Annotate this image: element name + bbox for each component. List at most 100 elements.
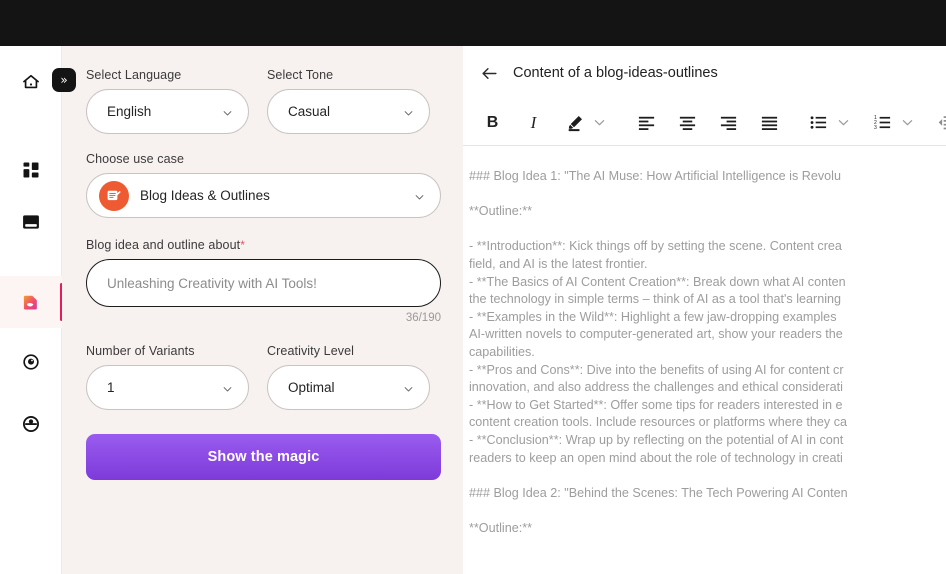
tone-value: Casual <box>288 104 331 119</box>
editor-content[interactable]: ### Blog Idea 1: "The AI Muse: How Artif… <box>463 146 946 574</box>
pen-icon <box>568 115 582 131</box>
use-case-label: Choose use case <box>86 152 185 166</box>
chevron-down-icon <box>594 120 605 126</box>
numbered-list-icon: 1 2 3 <box>874 115 891 131</box>
variants-value: 1 <box>107 380 115 395</box>
chevron-down-icon <box>223 110 232 115</box>
sidebar-item-images[interactable] <box>0 196 62 248</box>
chevron-down-icon <box>902 120 913 126</box>
show-the-magic-button[interactable]: Show the magic <box>86 434 441 480</box>
app-root: » Select Language English Select Tone Ca… <box>0 0 946 574</box>
highlight-color-button[interactable] <box>561 109 588 136</box>
align-center-button[interactable] <box>674 109 701 136</box>
document-pencil-icon <box>99 180 129 211</box>
creativity-field: Creativity Level Optimal <box>267 344 430 410</box>
character-counter: 36/190 <box>405 312 441 324</box>
align-left-icon <box>638 116 655 131</box>
tone-label: Select Tone <box>267 68 334 82</box>
align-justify-button[interactable] <box>756 109 783 136</box>
use-case-field: Choose use case Blog Ideas & Outlines <box>86 152 441 218</box>
sidebar-item-vision[interactable] <box>0 336 62 388</box>
collapse-chevron-icon: » <box>60 73 68 87</box>
align-right-button[interactable] <box>715 109 742 136</box>
content-blank-line <box>469 502 946 520</box>
editor-header: Content of a blog-ideas-outlines <box>463 46 946 100</box>
content-line: field, and AI is the latest frontier. <box>469 256 648 271</box>
required-marker: * <box>240 238 245 252</box>
content-line: **Outline:** <box>469 204 533 219</box>
icon-sidebar <box>0 46 63 574</box>
editor-toolbar: B I 1 2 3 <box>463 100 946 146</box>
align-left-button[interactable] <box>633 109 660 136</box>
language-field: Select Language English <box>86 68 249 134</box>
content-line: **Outline:** <box>469 520 533 535</box>
variants-select[interactable]: 1 <box>86 365 249 410</box>
content-line: - **The Basics of AI Content Creation**:… <box>469 274 846 289</box>
variants-creativity-row: Number of Variants 1 Creativity Level Op… <box>86 344 441 410</box>
content-line: - **Pros and Cons**: Dive into the benef… <box>469 362 844 377</box>
outdent-button[interactable] <box>933 109 946 136</box>
language-label: Select Language <box>86 68 182 82</box>
tone-select[interactable]: Casual <box>267 89 430 134</box>
content-line: ### Blog Idea 2: "Behind the Scenes: The… <box>469 485 848 500</box>
content-blank-line <box>469 467 946 485</box>
numbered-list-button[interactable]: 1 2 3 <box>869 109 896 136</box>
bullet-list-button[interactable] <box>805 109 832 136</box>
italic-glyph: I <box>530 112 537 132</box>
highlight-dropdown[interactable] <box>588 109 611 136</box>
content-line: AI-written novels to computer-generated … <box>469 327 843 342</box>
numbered-list-dropdown[interactable] <box>896 109 919 136</box>
use-case-value: Blog Ideas & Outlines <box>140 188 270 203</box>
prompt-field: Blog idea and outline about* Unleashing … <box>86 238 441 324</box>
align-right-icon <box>720 116 737 131</box>
prompt-label-text: Blog idea and outline about <box>86 238 241 252</box>
content-line: - **Conclusion**: Wrap up by reflecting … <box>469 432 844 447</box>
bullet-list-icon <box>810 116 827 129</box>
prompt-label: Blog idea and outline about* <box>86 238 441 252</box>
content-line: innovation, and also address the challen… <box>469 380 843 395</box>
sidebar-item-writer[interactable] <box>0 276 63 328</box>
page-title: Content of a blog-ideas-outlines <box>513 65 718 81</box>
prompt-placeholder: Unleashing Creativity with AI Tools! <box>107 275 317 291</box>
document-pencil-glyph <box>107 190 121 200</box>
chevron-down-icon <box>415 194 424 199</box>
italic-button[interactable]: I <box>520 109 547 136</box>
ai-writer-icon <box>23 295 37 310</box>
tone-field: Select Tone Casual <box>267 68 430 134</box>
use-case-select[interactable]: Blog Ideas & Outlines <box>86 173 441 218</box>
align-justify-icon <box>761 116 778 131</box>
content-line: the technology in simple terms – think o… <box>469 292 842 307</box>
sidebar-collapse-button[interactable]: » <box>52 68 76 92</box>
svg-text:3: 3 <box>874 125 877 131</box>
content-line: - **How to Get Started**: Offer some tip… <box>469 397 843 412</box>
language-select[interactable]: English <box>86 89 249 134</box>
chevron-down-icon <box>223 386 232 391</box>
chevron-down-icon <box>404 386 413 391</box>
bold-button[interactable]: B <box>479 109 506 136</box>
content-line: ### Blog Idea 1: "The AI Muse: How Artif… <box>469 169 841 183</box>
content-line: - **Introduction**: Kick things off by s… <box>469 239 842 254</box>
variants-label: Number of Variants <box>86 344 195 358</box>
sidebar-item-account[interactable] <box>0 398 62 450</box>
sidebar-item-dashboard[interactable] <box>0 144 62 196</box>
bullet-list-dropdown[interactable] <box>832 109 855 136</box>
arrow-left-icon[interactable] <box>480 64 499 83</box>
prompt-input[interactable]: Unleashing Creativity with AI Tools! <box>86 259 441 307</box>
generator-form-panel: Select Language English Select Tone Casu… <box>62 46 463 574</box>
eye-icon <box>23 354 39 370</box>
outdent-icon <box>938 116 946 130</box>
grid-dashboard-icon <box>23 162 39 178</box>
content-line: - **Examples in the Wild**: Highlight a … <box>469 309 837 324</box>
content-blank-line <box>469 186 946 204</box>
creativity-label: Creativity Level <box>267 344 355 358</box>
editor-panel: Content of a blog-ideas-outlines B I 1 2… <box>463 46 946 574</box>
creativity-value: Optimal <box>288 380 335 395</box>
top-bar <box>0 0 946 46</box>
creativity-select[interactable]: Optimal <box>267 365 430 410</box>
bold-glyph: B <box>486 113 499 131</box>
home-icon <box>23 74 39 89</box>
content-line: readers to keep an open mind about the r… <box>469 450 843 465</box>
language-value: English <box>107 104 152 119</box>
content-blank-line <box>469 221 946 239</box>
content-line: content creation tools. Include resource… <box>469 415 848 430</box>
